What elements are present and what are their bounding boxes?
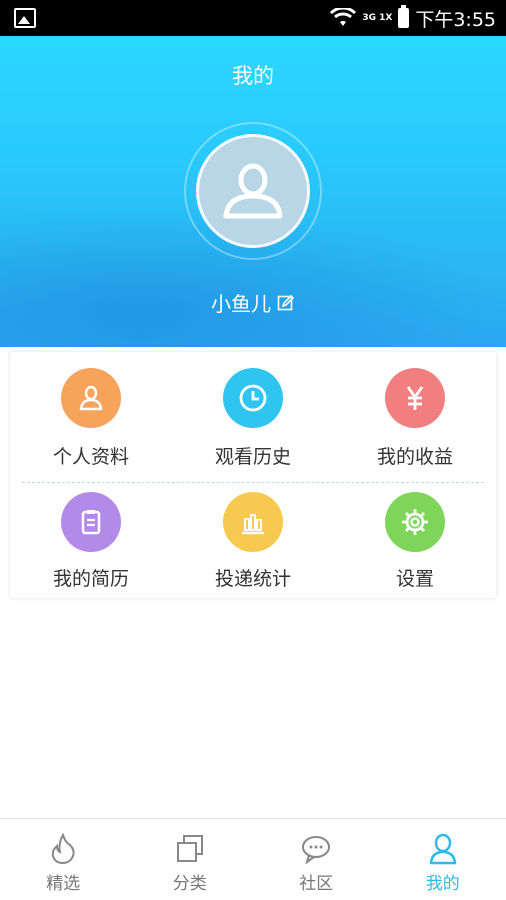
- edit-icon[interactable]: [277, 294, 295, 312]
- menu-item-label: 投递统计: [214, 568, 291, 590]
- gallery-icon: [14, 8, 36, 28]
- squares-icon: [174, 833, 206, 865]
- menu-item-resume[interactable]: 我的简历: [10, 476, 172, 596]
- tab-categories[interactable]: 分类: [127, 819, 254, 900]
- gear-icon: [385, 492, 445, 552]
- tab-featured[interactable]: 精选: [0, 819, 127, 900]
- status-bar: 3G 1X 下午3:55: [0, 0, 506, 36]
- tab-community[interactable]: 社区: [253, 819, 380, 900]
- person-icon: [427, 833, 459, 865]
- tab-label: 分类: [172, 874, 207, 894]
- menu-item-label: 我的收益: [376, 446, 453, 468]
- function-grid: 个人资料 观看历史 我的收益 我的简历 投递统计 设置: [10, 352, 496, 598]
- bottom-tab-bar: 精选 分类 社区 我的: [0, 818, 506, 900]
- menu-item-label: 设置: [395, 568, 434, 590]
- clipboard-icon: [61, 492, 121, 552]
- status-right: 3G 1X 下午3:55: [330, 4, 496, 32]
- profile-header: 我的 小鱼儿: [0, 36, 506, 347]
- clock-icon: [223, 368, 283, 428]
- network-indicator: 3G 1X: [362, 12, 393, 23]
- username: 小鱼儿: [211, 292, 271, 316]
- bar-chart-icon: [223, 492, 283, 552]
- menu-item-label: 我的简历: [52, 568, 129, 590]
- flame-icon: [47, 833, 79, 865]
- yen-icon: [385, 368, 445, 428]
- tab-label: 社区: [299, 874, 334, 894]
- page-title: 我的: [232, 64, 274, 88]
- grid-row-2: 我的简历 投递统计 设置: [10, 476, 496, 596]
- menu-item-profile[interactable]: 个人资料: [10, 352, 172, 472]
- person-icon: [223, 163, 283, 219]
- tab-label: 精选: [46, 874, 81, 894]
- menu-item-stats[interactable]: 投递统计: [172, 476, 334, 596]
- wifi-icon: [330, 8, 357, 26]
- grid-row-1: 个人资料 观看历史 我的收益: [10, 352, 496, 472]
- menu-item-settings[interactable]: 设置: [334, 476, 496, 596]
- menu-item-earnings[interactable]: 我的收益: [334, 352, 496, 472]
- status-time: 下午3:55: [415, 8, 496, 31]
- menu-item-label: 个人资料: [52, 446, 129, 468]
- avatar[interactable]: [196, 134, 310, 248]
- chat-icon: [300, 833, 332, 865]
- tab-mine[interactable]: 我的: [380, 819, 506, 900]
- menu-item-history[interactable]: 观看历史: [172, 352, 334, 472]
- username-row[interactable]: 小鱼儿: [0, 288, 506, 317]
- battery-icon: [398, 5, 410, 28]
- person-icon: [61, 368, 121, 428]
- tab-label: 我的: [425, 874, 460, 894]
- menu-item-label: 观看历史: [214, 446, 291, 468]
